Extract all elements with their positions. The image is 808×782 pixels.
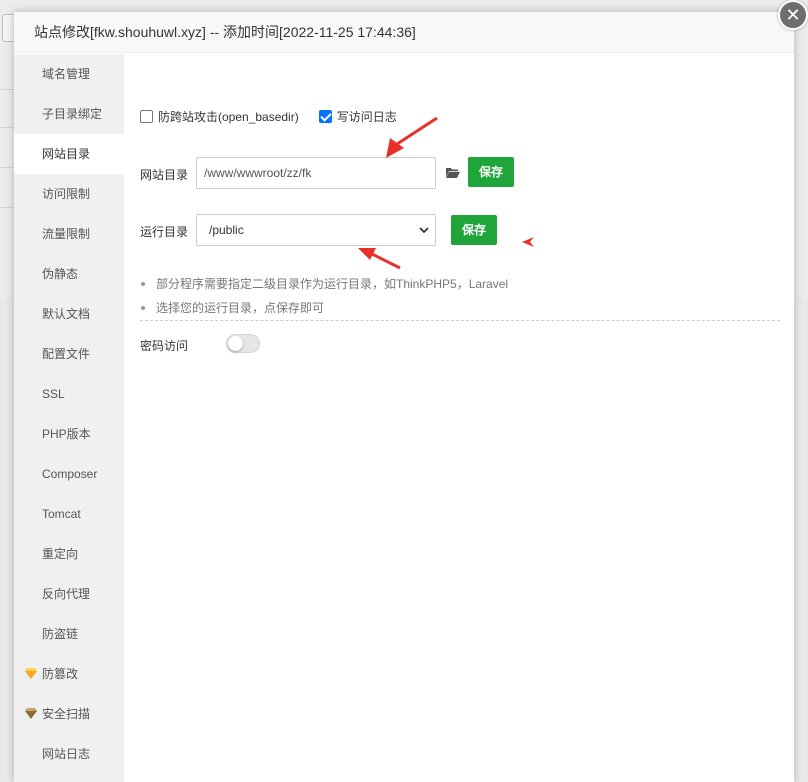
sidebar-item-label: 安全扫描 bbox=[42, 707, 91, 721]
sidebar-item-label: 反向代理 bbox=[42, 587, 91, 601]
password-access-label: 密码访问 bbox=[140, 339, 189, 353]
site-dir-save-button[interactable]: 保存 bbox=[468, 157, 514, 187]
open-basedir-checkbox[interactable] bbox=[140, 110, 153, 123]
sidebar-item-label: Tomcat bbox=[42, 507, 81, 521]
run-dir-save-button[interactable]: 保存 bbox=[451, 215, 497, 245]
sidebar-item-rewrite[interactable]: 伪静态 bbox=[14, 254, 124, 294]
sidebar-item-label: 网站日志 bbox=[42, 747, 91, 761]
sidebar-item-label: 域名管理 bbox=[42, 67, 91, 81]
sidebar-item-ssl[interactable]: SSL bbox=[14, 374, 124, 414]
sidebar-item-tomcat[interactable]: Tomcat bbox=[14, 494, 124, 534]
folder-open-icon[interactable] bbox=[446, 167, 460, 178]
diamond-icon bbox=[25, 708, 37, 719]
sidebar-item-default-document[interactable]: 默认文档 bbox=[14, 294, 124, 334]
sidebar-item-site-log[interactable]: 网站日志 bbox=[14, 734, 124, 774]
site-directory-panel: 防跨站攻击(open_basedir) 写访问日志 网站目录 /www/wwwr… bbox=[124, 54, 794, 782]
sidebar-item-label: 流量限制 bbox=[42, 227, 91, 241]
run-dir-selected-value: /public bbox=[209, 223, 244, 237]
sidebar-item-tamper-proof[interactable]: 防篡改 bbox=[14, 654, 124, 694]
sidebar-item-security-scan[interactable]: 安全扫描 bbox=[14, 694, 124, 734]
sidebar-item-label: PHP版本 bbox=[42, 427, 91, 441]
password-access-toggle[interactable] bbox=[226, 334, 260, 353]
sidebar-item-domain[interactable]: 域名管理 bbox=[14, 54, 124, 94]
background-divider bbox=[0, 167, 14, 168]
sidebar-item-redirect[interactable]: 重定向 bbox=[14, 534, 124, 574]
background-divider bbox=[0, 89, 14, 90]
site-dir-label: 网站目录 bbox=[140, 168, 189, 182]
sidebar-item-label: 伪静态 bbox=[42, 267, 79, 281]
annotation-arrow-icon bbox=[522, 237, 534, 247]
run-dir-label: 运行目录 bbox=[140, 225, 189, 239]
sidebar-item-label: 防篡改 bbox=[42, 667, 79, 681]
tips-list: 部分程序需要指定二级目录作为运行目录，如ThinkPHP5，Laravel 选择… bbox=[140, 272, 780, 320]
access-log-checkbox[interactable] bbox=[318, 110, 332, 123]
sidebar-item-reverse-proxy[interactable]: 反向代理 bbox=[14, 574, 124, 614]
sidebar-item-label: Composer bbox=[42, 467, 98, 481]
site-edit-dialog: 站点修改[fkw.shouhuwl.xyz] -- 添加时间[2022-11-2… bbox=[14, 12, 794, 782]
sidebar-item-composer[interactable]: Composer bbox=[14, 454, 124, 494]
sidebar-item-hotlink-protection[interactable]: 防盗链 bbox=[14, 614, 124, 654]
sidebar-item-label: SSL bbox=[42, 387, 65, 401]
sidebar-item-label: 默认文档 bbox=[42, 307, 91, 321]
annotation-arrow-icon bbox=[386, 116, 438, 158]
dialog-title: 站点修改[fkw.shouhuwl.xyz] -- 添加时间[2022-11-2… bbox=[14, 12, 794, 53]
dialog-sidebar: 域名管理 子目录绑定 网站目录 访问限制 流量限制 伪静态 默认文档 配置文件 … bbox=[14, 54, 124, 782]
sidebar-item-label: 重定向 bbox=[42, 547, 79, 561]
sidebar-item-config-file[interactable]: 配置文件 bbox=[14, 334, 124, 374]
sidebar-item-label: 访问限制 bbox=[42, 187, 91, 201]
run-dir-select[interactable]: /public bbox=[196, 214, 436, 246]
sidebar-item-traffic-limit[interactable]: 流量限制 bbox=[14, 214, 124, 254]
sidebar-item-label: 网站目录 bbox=[42, 147, 91, 161]
sidebar-item-site-directory[interactable]: 网站目录 bbox=[14, 134, 124, 174]
toggle-knob bbox=[228, 336, 243, 351]
tip-item: 部分程序需要指定二级目录作为运行目录，如ThinkPHP5，Laravel bbox=[140, 272, 780, 296]
diamond-icon bbox=[25, 668, 37, 679]
annotation-arrow-icon bbox=[358, 248, 401, 270]
sidebar-item-label: 子目录绑定 bbox=[42, 107, 103, 121]
sidebar-item-label: 配置文件 bbox=[42, 347, 91, 361]
sidebar-item-subdir-binding[interactable]: 子目录绑定 bbox=[14, 94, 124, 134]
chevron-down-icon bbox=[419, 227, 429, 234]
tip-item: 选择您的运行目录，点保存即可 bbox=[140, 296, 780, 320]
open-basedir-label: 防跨站攻击(open_basedir) bbox=[158, 110, 299, 124]
background-divider bbox=[0, 127, 14, 128]
close-icon[interactable]: ✕ bbox=[778, 0, 808, 30]
sidebar-item-label: 防盗链 bbox=[42, 627, 79, 641]
divider bbox=[140, 320, 780, 321]
background-divider bbox=[0, 207, 14, 208]
sidebar-item-php-version[interactable]: PHP版本 bbox=[14, 414, 124, 454]
sidebar-item-access-limit[interactable]: 访问限制 bbox=[14, 174, 124, 214]
